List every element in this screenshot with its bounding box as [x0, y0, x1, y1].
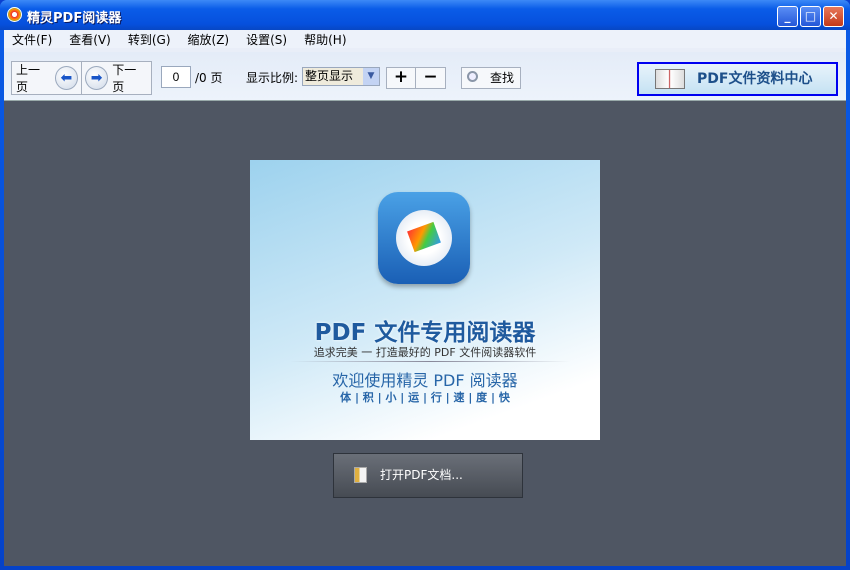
- prev-page-label[interactable]: 上一页: [12, 61, 55, 95]
- chevron-down-icon[interactable]: ▼: [363, 68, 379, 85]
- close-button[interactable]: ✕: [823, 6, 844, 27]
- menu-bar: 文件(F) 查看(V) 转到(G) 缩放(Z) 设置(S) 帮助(H): [4, 30, 846, 48]
- next-page-label[interactable]: 下一页: [108, 61, 151, 95]
- resource-center-label: PDF文件资料中心: [697, 71, 813, 87]
- window-title: 精灵PDF阅读器: [27, 11, 122, 26]
- book-icon: [655, 69, 685, 89]
- divider: [81, 62, 82, 94]
- menu-goto[interactable]: 转到(G): [124, 30, 180, 48]
- welcome-splash: PDF 文件专用阅读器 追求完美 一 打造最好的 PDF 文件阅读器软件 欢迎使…: [250, 160, 600, 440]
- splash-headline: PDF 文件专用阅读器: [314, 320, 536, 346]
- zoom-select[interactable]: 整页显示 ▼: [302, 67, 380, 86]
- page-number-input[interactable]: [161, 66, 191, 88]
- find-label: 查找: [490, 71, 515, 85]
- menu-zoom[interactable]: 缩放(Z): [184, 30, 239, 48]
- find-button[interactable]: 查找: [461, 67, 521, 89]
- prev-arrow-icon[interactable]: ⬅: [54, 66, 79, 90]
- app-logo-icon: [378, 192, 470, 284]
- splash-tagline: 追求完美 一 打造最好的 PDF 文件阅读器软件: [313, 346, 537, 359]
- splash-features: 体 | 积 | 小 | 运 | 行 | 速 | 度 | 快: [340, 391, 510, 404]
- search-icon: [467, 71, 478, 82]
- open-file-icon: [354, 467, 367, 483]
- zoom-select-value: 整页显示: [305, 69, 354, 83]
- menu-settings[interactable]: 设置(S): [242, 30, 296, 48]
- zoom-out-button[interactable]: −: [416, 68, 445, 88]
- open-pdf-button[interactable]: 打开PDF文档...: [333, 453, 523, 498]
- pdf-resource-center-button[interactable]: PDF文件资料中心: [637, 62, 838, 96]
- client-area: 文件(F) 查看(V) 转到(G) 缩放(Z) 设置(S) 帮助(H) 上一页 …: [4, 30, 846, 566]
- title-bar: 精灵PDF阅读器 _ □ ✕: [0, 0, 850, 30]
- menu-file[interactable]: 文件(F): [8, 30, 61, 48]
- minimize-button[interactable]: _: [777, 6, 798, 27]
- toolbar: 上一页 ⬅ ➡ 下一页 /0 页 显示比例: 整页显示 ▼ + − 查找 PDF文…: [4, 52, 846, 100]
- document-view: PDF 文件专用阅读器 追求完美 一 打造最好的 PDF 文件阅读器软件 欢迎使…: [4, 100, 846, 566]
- app-icon: [7, 7, 22, 22]
- zoom-label: 显示比例:: [246, 71, 299, 85]
- next-arrow-icon[interactable]: ➡: [85, 66, 109, 90]
- maximize-button[interactable]: □: [800, 6, 821, 27]
- splash-welcome: 欢迎使用精灵 PDF 阅读器: [332, 371, 518, 390]
- open-pdf-label: 打开PDF文档...: [380, 468, 463, 482]
- menu-view[interactable]: 查看(V): [65, 30, 120, 48]
- page-total: /0 页: [195, 71, 223, 85]
- menu-help[interactable]: 帮助(H): [300, 30, 355, 48]
- page-nav-group: 上一页 ⬅ ➡ 下一页: [11, 61, 152, 95]
- app-window: 精灵PDF阅读器 _ □ ✕ 文件(F) 查看(V) 转到(G) 缩放(Z) 设…: [0, 0, 850, 570]
- divider: [290, 361, 570, 362]
- zoom-in-button[interactable]: +: [387, 68, 416, 88]
- zoom-buttons: + −: [386, 67, 446, 89]
